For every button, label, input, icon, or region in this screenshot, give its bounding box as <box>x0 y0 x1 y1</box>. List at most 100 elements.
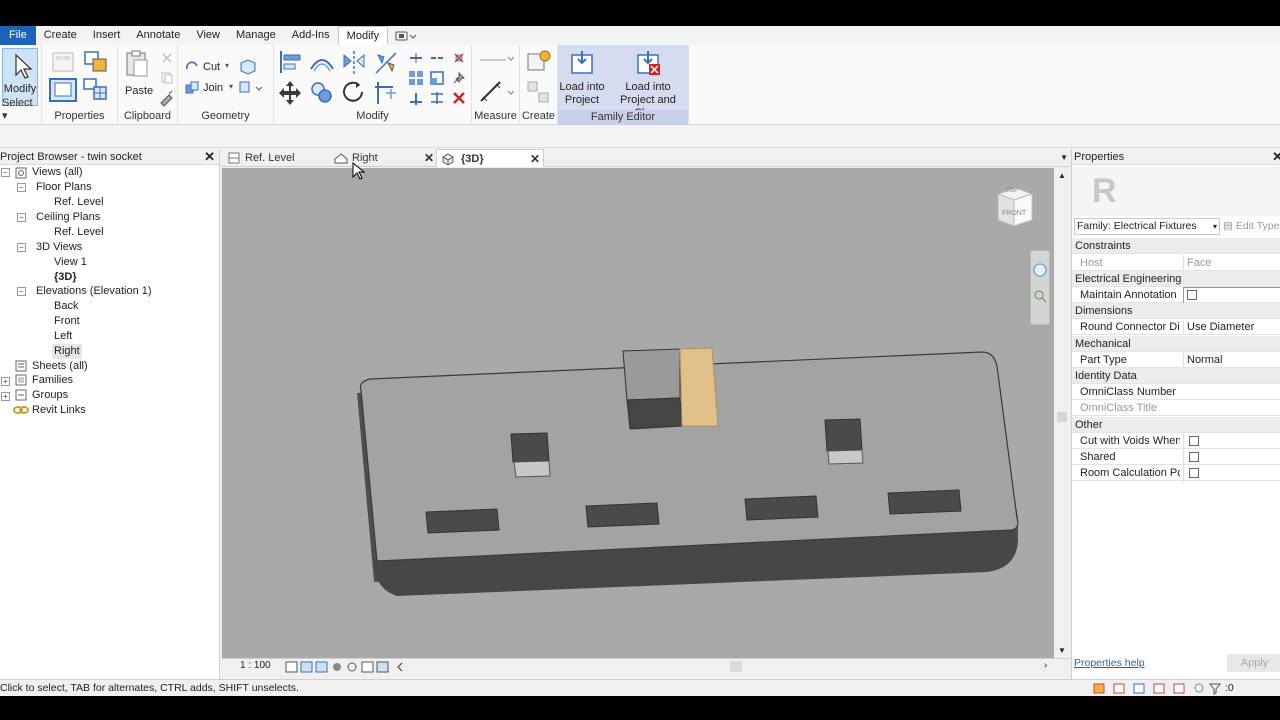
tree-view-1[interactable]: View 1 <box>54 255 87 270</box>
category-other[interactable]: Other <box>1072 417 1280 433</box>
tree-elev-left[interactable]: Left <box>54 329 72 344</box>
tree-elevations[interactable]: Elevations (Elevation 1) <box>36 284 152 299</box>
cut-geometry-button[interactable]: Cut <box>203 61 220 73</box>
tree-3d-view[interactable]: {3D} <box>54 270 77 285</box>
aligned-dimension-icon[interactable] <box>478 77 514 105</box>
mirror-draw-axis-icon[interactable] <box>372 49 400 75</box>
selection-filter-icons[interactable] <box>1092 681 1222 695</box>
family-category-icon[interactable] <box>48 77 78 103</box>
scale-icon[interactable] <box>429 70 445 86</box>
view-tab-right[interactable]: Right ✕ <box>332 149 436 167</box>
collapse-toggle[interactable]: − <box>17 243 26 252</box>
prop-value[interactable]: Use Diameter <box>1183 319 1280 335</box>
socket-3d-model[interactable] <box>222 168 1054 658</box>
scroll-down-arrow[interactable]: ▼ <box>1058 646 1066 655</box>
collapse-toggle[interactable]: − <box>17 183 26 192</box>
join-geometry-icon[interactable] <box>184 80 200 96</box>
type-selector[interactable]: Family: Electrical Fixtures ▾ <box>1074 218 1220 235</box>
category-constraints[interactable]: Constraints <box>1072 238 1280 254</box>
maintain-annotation-checkbox[interactable] <box>1187 290 1197 300</box>
trim-single-icon[interactable] <box>408 90 424 106</box>
tab-modify[interactable]: Modify <box>337 26 389 45</box>
edit-type-button[interactable]: ▤ Edit Type <box>1223 218 1280 235</box>
drawing-canvas[interactable]: TOP FRONT <box>222 168 1054 658</box>
delete-icon[interactable] <box>451 90 467 106</box>
tree-elev-front[interactable]: Front <box>54 314 80 329</box>
scroll-up-arrow[interactable]: ▲ <box>1058 171 1066 180</box>
zoom-icon[interactable] <box>1031 287 1049 305</box>
tree-elev-back[interactable]: Back <box>54 299 78 314</box>
offset-icon[interactable] <box>308 49 336 75</box>
load-into-project-button[interactable]: Load into Project <box>558 49 606 107</box>
tree-floor-plans[interactable]: Floor Plans <box>36 180 92 195</box>
mirror-pick-axis-icon[interactable] <box>340 49 368 75</box>
join-dropdown-arrow[interactable]: ▾ <box>229 82 233 91</box>
category-mechanical[interactable]: Mechanical <box>1072 336 1280 352</box>
copy-element-icon[interactable] <box>308 79 336 105</box>
horizontal-scroll-thumb[interactable] <box>730 661 742 672</box>
wall-joins-icon[interactable] <box>238 79 264 97</box>
filter-count[interactable]: :0 <box>1225 680 1234 696</box>
vertical-scrollbar[interactable]: ▲ ▼ <box>1054 168 1070 658</box>
unpin-icon[interactable] <box>451 50 467 66</box>
tree-families[interactable]: Families <box>32 373 73 388</box>
tab-annotate[interactable]: Annotate <box>128 26 188 45</box>
tree-sheets[interactable]: Sheets (all) <box>32 359 88 374</box>
steering-wheel-icon[interactable] <box>1031 261 1049 279</box>
tab-insert[interactable]: Insert <box>85 26 129 45</box>
create-similar-icon[interactable] <box>525 49 553 75</box>
apply-button[interactable]: Apply <box>1227 654 1280 672</box>
shared-checkbox[interactable] <box>1189 452 1199 462</box>
align-icon[interactable] <box>276 49 304 75</box>
tab-add-ins[interactable]: Add-Ins <box>284 26 338 45</box>
tree-groups[interactable]: Groups <box>32 388 68 403</box>
view-control-icons[interactable] <box>284 660 424 674</box>
collapse-toggle[interactable]: − <box>17 213 26 222</box>
family-params-icon[interactable] <box>82 77 110 103</box>
move-icon[interactable] <box>276 79 304 105</box>
expand-toggle[interactable]: + <box>1 377 10 386</box>
ribbon-display-toggle[interactable] <box>394 30 417 42</box>
trim-extend-corner-icon[interactable] <box>372 79 400 105</box>
paste-label[interactable]: Paste <box>125 85 153 97</box>
room-calculation-checkbox[interactable] <box>1189 468 1199 478</box>
rotate-icon[interactable] <box>340 79 368 105</box>
split-element-icon[interactable] <box>408 51 424 65</box>
cut-scissors-icon[interactable] <box>160 51 174 65</box>
cope-icon[interactable] <box>184 58 200 74</box>
pin-icon[interactable] <box>451 70 467 86</box>
tree-elev-right[interactable]: Right <box>52 344 82 359</box>
collapse-toggle[interactable]: − <box>17 287 26 296</box>
tree-views-all[interactable]: Views (all) <box>32 165 83 180</box>
tab-file[interactable]: File <box>0 26 36 45</box>
split-face-icon[interactable] <box>238 57 256 75</box>
view-scale[interactable]: 1 : 100 <box>240 660 271 671</box>
cut-dropdown-arrow[interactable]: ▾ <box>225 61 229 70</box>
tab-view[interactable]: View <box>188 26 228 45</box>
select-dropdown[interactable]: Select ▾ <box>0 97 41 122</box>
paste-icon[interactable] <box>124 49 150 79</box>
close-icon[interactable]: ✕ <box>424 149 434 167</box>
tab-create[interactable]: Create <box>36 26 85 45</box>
tree-ceiling-ref-level[interactable]: Ref. Level <box>54 225 104 240</box>
collapse-toggle[interactable]: − <box>1 168 10 177</box>
family-types-icon[interactable] <box>82 49 110 75</box>
trim-multiple-icon[interactable] <box>429 90 445 106</box>
tree-3d-views[interactable]: 3D Views <box>36 240 82 255</box>
type-properties-icon[interactable] <box>50 51 78 75</box>
tree-ceiling-plans[interactable]: Ceiling Plans <box>36 210 100 225</box>
measure-between-icon[interactable] <box>478 53 514 67</box>
tree-revit-links[interactable]: Revit Links <box>32 403 86 418</box>
expand-toggle[interactable]: + <box>1 392 10 401</box>
copy-icon[interactable] <box>160 71 174 85</box>
properties-help-link[interactable]: Properties help <box>1074 657 1145 669</box>
create-group-icon[interactable] <box>525 79 553 105</box>
view-tab-ref-level[interactable]: Ref. Level <box>226 149 332 167</box>
match-properties-icon[interactable] <box>158 89 176 107</box>
category-electrical-engineering[interactable]: Electrical Engineering <box>1072 271 1280 287</box>
prop-value[interactable]: Normal <box>1183 352 1280 368</box>
view-cube[interactable]: TOP FRONT <box>996 184 1034 230</box>
tab-manage[interactable]: Manage <box>228 26 284 45</box>
category-dimensions[interactable]: Dimensions <box>1072 303 1280 319</box>
switch-rocker-highlight[interactable] <box>679 347 719 427</box>
